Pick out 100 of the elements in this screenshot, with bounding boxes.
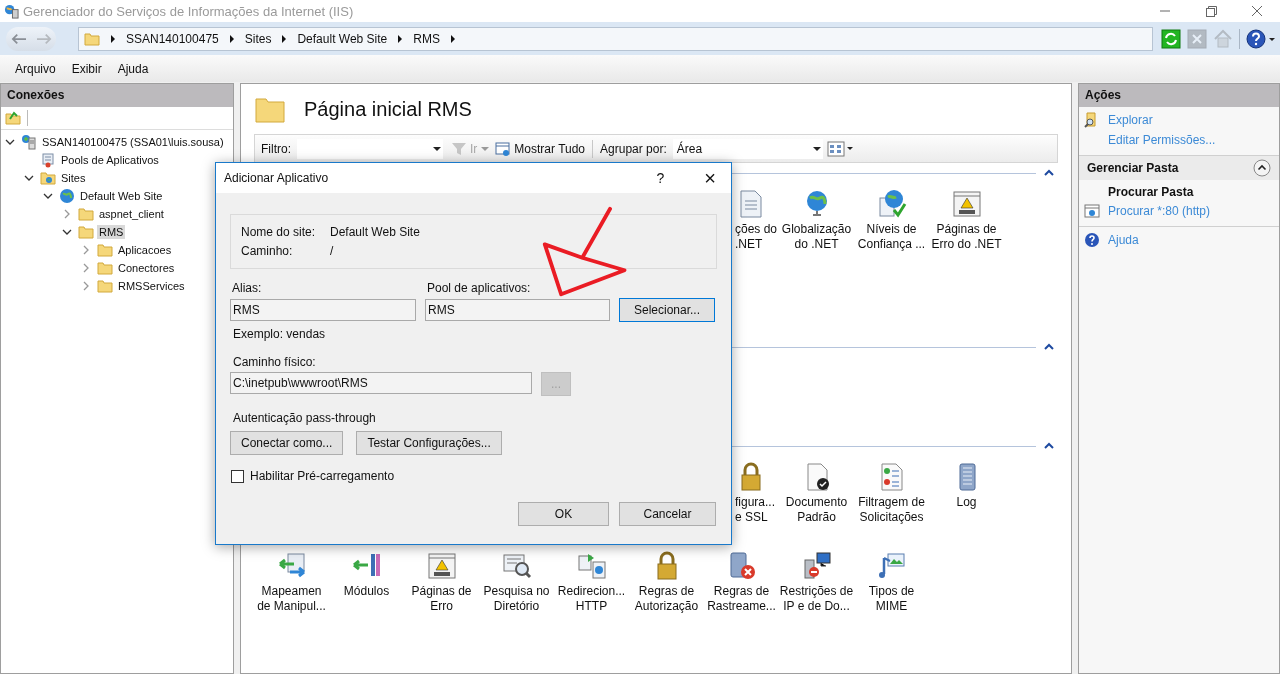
feature-label[interactable]: Níveis de Confiança ... xyxy=(857,222,926,252)
back-icon[interactable] xyxy=(9,31,28,46)
expand-icon[interactable] xyxy=(62,209,72,219)
browser-icon xyxy=(1084,203,1100,219)
action-link[interactable]: Ajuda xyxy=(1108,233,1139,247)
action-link[interactable]: Editar Permissões... xyxy=(1108,133,1216,147)
breadcrumb-item[interactable]: RMS xyxy=(413,31,440,46)
chevron-icon[interactable] xyxy=(397,34,404,43)
feature-label[interactable]: Documento Padrão xyxy=(785,495,848,525)
feature-label[interactable]: Tipos de MIME xyxy=(868,584,915,614)
feature-label[interactable]: Globalização do .NET xyxy=(781,222,852,252)
alias-field[interactable]: RMS xyxy=(230,299,416,321)
chevron-icon[interactable] xyxy=(449,34,456,43)
error-page-icon xyxy=(425,550,458,582)
collapse-icon[interactable] xyxy=(24,173,34,183)
pool-field[interactable]: RMS xyxy=(425,299,610,321)
chevron-icon[interactable] xyxy=(281,34,288,43)
funnel-icon xyxy=(451,140,467,157)
connect-icon[interactable] xyxy=(5,110,21,126)
chevron-icon[interactable] xyxy=(110,34,116,43)
collapse-icon[interactable] xyxy=(1044,343,1054,351)
menu-item[interactable]: Exibir xyxy=(63,61,110,76)
breadcrumb-item[interactable]: Sites xyxy=(244,31,272,46)
feature-label[interactable]: Log xyxy=(956,495,977,510)
checkbox-label[interactable]: Habilitar Pré-carregamento xyxy=(250,469,395,483)
collapse-icon[interactable] xyxy=(62,227,72,237)
error-page-icon xyxy=(950,188,983,220)
tree-item[interactable]: Sites xyxy=(59,171,88,185)
filter-field[interactable] xyxy=(297,138,443,159)
tree-item[interactable]: Pools de Aplicativos xyxy=(59,153,161,167)
pool-icon xyxy=(40,152,56,168)
tree-item[interactable]: aspnet_client xyxy=(97,207,166,221)
chevron-icon[interactable] xyxy=(228,34,235,43)
server-icon xyxy=(21,134,37,150)
action-link[interactable]: Procurar *:80 (http) xyxy=(1108,204,1211,218)
feature-label[interactable]: Módulos xyxy=(343,584,390,599)
field-label: Nome do site: xyxy=(241,225,317,239)
feature-label[interactable]: Pesquisa no Diretório xyxy=(483,584,550,614)
field-value: / xyxy=(330,244,334,258)
feature-label[interactable]: Redirecion... HTTP xyxy=(557,584,626,614)
example-text: Exemplo: vendas xyxy=(232,327,327,341)
section-label: Autenticação pass-through xyxy=(232,411,377,425)
collapse-icon[interactable] xyxy=(43,191,53,201)
tree-item[interactable]: Conectores xyxy=(116,261,177,275)
feature-label[interactable]: figura... e SSL xyxy=(735,495,776,525)
window-title: Gerenciador do Serviços de Informações da Internet (IIS) xyxy=(23,3,354,19)
help-button[interactable]: ? xyxy=(653,170,668,186)
feature-label[interactable]: Regras de Autorização xyxy=(634,584,699,614)
select-button[interactable]: Selecionar... xyxy=(619,298,715,322)
folder-icon xyxy=(97,260,113,276)
field-label: Pool de aplicativos: xyxy=(426,281,532,295)
tree-item[interactable]: SSAN140100475 (SSA01\luis.sousa) xyxy=(40,135,226,149)
panel-header: Conexões xyxy=(1,84,233,107)
dropdown-icon[interactable] xyxy=(433,146,441,151)
globe-icon xyxy=(59,188,75,204)
menu-item[interactable]: Arquivo xyxy=(7,61,64,76)
tree-item[interactable]: RMSServices xyxy=(116,279,187,293)
tree-item[interactable]: Default Web Site xyxy=(78,189,165,203)
breadcrumb-item[interactable]: SSAN140100475 xyxy=(126,31,219,46)
group-by-dropdown[interactable]: Área xyxy=(672,138,823,159)
checkbox[interactable] xyxy=(231,469,244,483)
collapse-icon[interactable] xyxy=(1044,169,1054,177)
field-value: Default Web Site xyxy=(330,225,420,239)
connect-as-button[interactable]: Conectar como... xyxy=(230,431,344,455)
feature-label[interactable]: ções do .NET xyxy=(735,222,778,252)
feature-label[interactable]: Restrições de IP e de Do... xyxy=(779,584,854,614)
feature-label[interactable]: Páginas de Erro do .NET xyxy=(931,222,1002,252)
test-settings-button[interactable]: Testar Configurações... xyxy=(356,431,502,455)
expand-icon[interactable] xyxy=(81,245,91,255)
feature-label[interactable]: Páginas de Erro xyxy=(411,584,472,614)
menu-item[interactable]: Ajuda xyxy=(109,61,157,76)
app-icon xyxy=(4,3,19,19)
feature-label[interactable]: Filtragem de Solicitações xyxy=(858,495,925,525)
path-field[interactable]: C:\inetpub\wwwroot\RMS xyxy=(230,372,532,394)
folder-icon xyxy=(78,224,94,240)
field-label: Caminho físico: xyxy=(232,355,317,369)
help-icon[interactable] xyxy=(1246,28,1276,49)
close-button[interactable]: × xyxy=(701,167,719,189)
address-field[interactable]: SSAN140100475 Sites Default Web Site RMS xyxy=(78,26,1153,51)
page-title: Página inicial RMS xyxy=(304,97,472,121)
collapse-icon[interactable] xyxy=(1253,159,1271,177)
feature-label[interactable]: Mapeamen de Manipul... xyxy=(257,584,326,614)
expand-icon[interactable] xyxy=(81,263,91,273)
breadcrumb-item[interactable]: Default Web Site xyxy=(297,31,388,46)
tree-item[interactable]: RMS xyxy=(97,225,126,239)
expand-icon[interactable] xyxy=(81,281,91,291)
refresh-icon[interactable] xyxy=(1161,28,1181,49)
action-heading: Procurar Pasta xyxy=(1107,184,1195,201)
cancel-button[interactable]: Cancelar xyxy=(619,502,716,526)
show-all-button[interactable]: Mostrar Tudo xyxy=(495,140,586,157)
feature-label[interactable]: Regras de Rastreame... xyxy=(707,584,776,614)
panel-header: Ações xyxy=(1079,84,1279,107)
ok-button[interactable]: OK xyxy=(518,502,609,526)
collapse-icon[interactable] xyxy=(5,137,15,147)
help-icon xyxy=(1084,232,1100,248)
tree-item[interactable]: Aplicacoes xyxy=(116,243,174,257)
dropdown-icon[interactable] xyxy=(812,146,821,151)
view-icon[interactable] xyxy=(826,140,855,157)
folder-icon xyxy=(97,278,113,294)
collapse-icon[interactable] xyxy=(1044,442,1054,450)
